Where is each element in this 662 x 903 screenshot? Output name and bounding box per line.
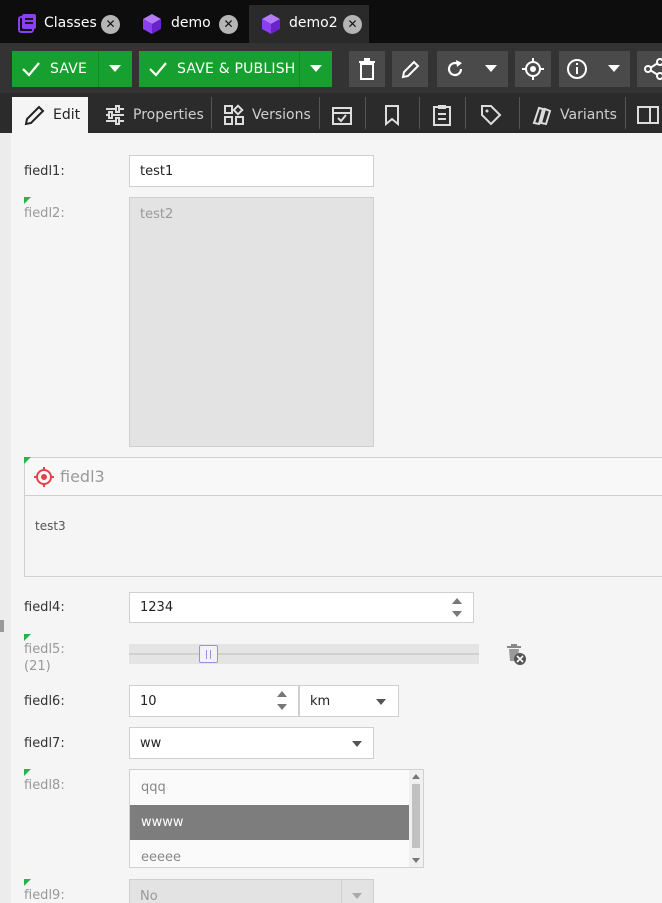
info-button[interactable] bbox=[559, 51, 630, 87]
check-icon bbox=[22, 62, 40, 77]
editor-toolbar: SAVE SAVE & PUBLISH bbox=[0, 43, 662, 93]
close-icon[interactable]: ✕ bbox=[219, 15, 238, 34]
delete-icon bbox=[359, 58, 375, 80]
field4-spinner[interactable] bbox=[450, 596, 464, 620]
clear-value-icon[interactable] bbox=[506, 644, 528, 666]
versions-icon bbox=[224, 104, 244, 125]
field6-label: fiedl6: bbox=[24, 694, 65, 709]
list-option[interactable]: qqq bbox=[130, 770, 410, 805]
field1-input[interactable]: test1 bbox=[129, 155, 374, 187]
save-dropdown-caret-icon[interactable] bbox=[109, 65, 121, 72]
field7-label: fiedl7: bbox=[24, 736, 65, 751]
close-icon[interactable]: ✕ bbox=[343, 15, 362, 34]
list-option-selected[interactable]: wwww bbox=[130, 805, 410, 840]
field2-label: fiedl2: bbox=[24, 206, 65, 221]
delete-button[interactable] bbox=[349, 51, 385, 87]
field9-select[interactable]: No bbox=[129, 879, 374, 903]
check-icon bbox=[149, 62, 167, 77]
tab-label: Edit bbox=[53, 107, 81, 123]
tab-label: Versions bbox=[252, 107, 311, 123]
save-publish-button[interactable]: SAVE & PUBLISH bbox=[139, 51, 332, 87]
left-panel-edge bbox=[0, 133, 11, 903]
share-icon bbox=[644, 58, 662, 80]
tab-demo2[interactable]: demo2 ✕ bbox=[249, 5, 369, 43]
tab-tags[interactable] bbox=[466, 97, 518, 133]
chevron-down-icon[interactable] bbox=[352, 741, 362, 747]
inherited-marker bbox=[24, 197, 31, 204]
schedule-icon bbox=[332, 107, 352, 125]
tab-edit[interactable]: Edit bbox=[12, 97, 88, 133]
preview-icon bbox=[637, 106, 659, 124]
save-label: SAVE bbox=[50, 61, 88, 77]
panel-collapse-handle[interactable] bbox=[0, 620, 4, 632]
field1-label: fiedl1: bbox=[24, 164, 65, 179]
reload-dropdown-caret-icon[interactable] bbox=[485, 65, 497, 72]
listbox-scrollbar[interactable] bbox=[409, 770, 423, 867]
editor-subtabs: Edit Properties Versions Variants bbox=[0, 93, 662, 133]
field3-panel: fiedl3 test3 bbox=[24, 457, 662, 577]
inherited-marker bbox=[24, 457, 31, 464]
tab-label: Variants bbox=[560, 107, 617, 123]
tab-variants[interactable]: Variants bbox=[520, 97, 624, 133]
tab-versions[interactable]: Versions bbox=[212, 97, 319, 133]
publish-dropdown-caret-icon[interactable] bbox=[310, 65, 322, 72]
chevron-down-icon[interactable] bbox=[352, 893, 362, 899]
tab-label: demo bbox=[171, 15, 211, 31]
chevron-down-icon[interactable] bbox=[376, 699, 386, 705]
field4-number-input[interactable]: 1234 bbox=[129, 592, 474, 623]
field7-select[interactable]: ww bbox=[129, 727, 374, 759]
field5-slider-track[interactable] bbox=[129, 644, 479, 664]
tag-icon bbox=[481, 105, 502, 126]
tab-label: Classes bbox=[44, 15, 97, 31]
object-cube-icon bbox=[262, 14, 280, 34]
reload-icon bbox=[447, 60, 463, 77]
close-icon[interactable]: ✕ bbox=[101, 15, 120, 34]
rename-icon bbox=[401, 60, 420, 79]
tab-label: demo2 bbox=[289, 15, 338, 31]
field3-panel-header: fiedl3 bbox=[25, 458, 662, 496]
inherited-marker bbox=[24, 769, 31, 776]
document-tab-bar: Classes ✕ demo ✕ demo2 ✕ bbox=[0, 0, 662, 43]
object-editor: Classes ✕ demo ✕ demo2 ✕ SAVE SAVE & PUB… bbox=[0, 0, 662, 903]
field3-value: test3 bbox=[35, 519, 66, 533]
info-icon bbox=[567, 59, 587, 79]
tab-schedule[interactable] bbox=[320, 97, 364, 133]
tab-bookmark[interactable] bbox=[366, 97, 418, 133]
field6-quantity-input[interactable]: 10 bbox=[129, 685, 299, 717]
field9-label: fiedl9: bbox=[24, 888, 65, 903]
list-option[interactable]: eeeee bbox=[130, 840, 410, 867]
field5-label: fiedl5: (21) bbox=[24, 642, 65, 674]
field6-spinner[interactable] bbox=[275, 689, 289, 713]
rename-button[interactable] bbox=[392, 51, 428, 87]
sliders-icon bbox=[106, 105, 124, 125]
classes-icon bbox=[18, 14, 36, 33]
tab-demo[interactable]: demo ✕ bbox=[129, 5, 246, 43]
locate-button[interactable] bbox=[515, 51, 551, 87]
tab-label: Properties bbox=[133, 107, 204, 123]
info-dropdown-caret-icon[interactable] bbox=[608, 65, 620, 72]
save-publish-label: SAVE & PUBLISH bbox=[177, 61, 296, 77]
field3-title: fiedl3 bbox=[60, 467, 105, 486]
field8-label: fiedl8: bbox=[24, 778, 65, 793]
tab-tasks[interactable] bbox=[420, 97, 464, 133]
share-button[interactable] bbox=[637, 51, 662, 87]
field5-slider-handle[interactable] bbox=[199, 645, 218, 663]
tab-preview[interactable] bbox=[626, 97, 662, 133]
geolocation-target-icon bbox=[34, 467, 54, 487]
object-cube-icon bbox=[143, 14, 161, 34]
field8-multiselect[interactable]: qqq wwww eeeee bbox=[129, 769, 424, 868]
save-button[interactable]: SAVE bbox=[12, 51, 132, 87]
pencil-icon bbox=[24, 105, 45, 126]
field2-textarea[interactable]: test2 bbox=[129, 197, 374, 447]
tasks-icon bbox=[433, 105, 451, 126]
locate-icon bbox=[522, 58, 544, 80]
bookmark-icon bbox=[385, 105, 399, 126]
field4-label: fiedl4: bbox=[24, 600, 65, 615]
inherited-marker bbox=[24, 634, 31, 641]
tab-properties[interactable]: Properties bbox=[92, 97, 210, 133]
variants-icon bbox=[532, 106, 552, 126]
inherited-marker bbox=[24, 879, 31, 886]
reload-button[interactable] bbox=[437, 51, 508, 87]
tab-classes[interactable]: Classes ✕ bbox=[4, 5, 126, 43]
